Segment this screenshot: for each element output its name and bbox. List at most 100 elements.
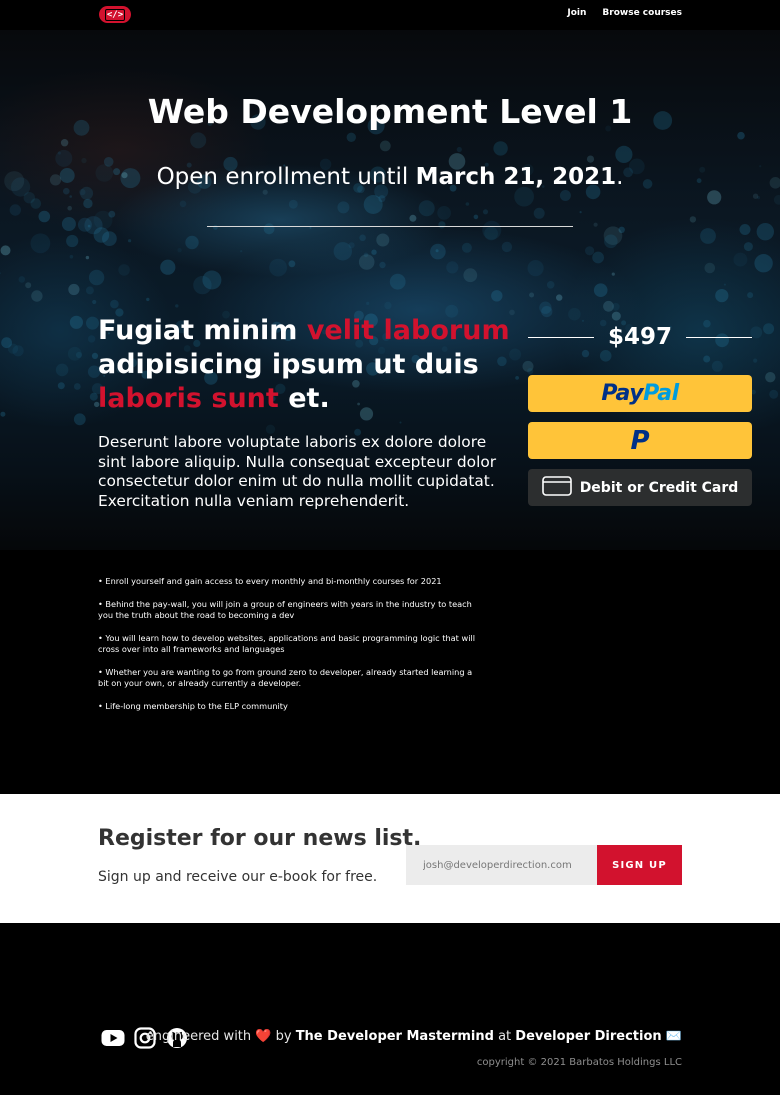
credit-author: The Developer Mastermind: [295, 1029, 494, 1044]
bokeh-light-dot: [689, 216, 697, 223]
bokeh-light-dot: [604, 234, 618, 249]
bokeh-light-dot: [765, 372, 776, 383]
bokeh-light-dot: [359, 234, 366, 242]
bokeh-light-dot: [456, 146, 462, 153]
bokeh-light-dot: [763, 323, 775, 335]
bokeh-light-dot: [288, 199, 298, 209]
bokeh-light-dot: [399, 421, 402, 424]
enrollment-date: March 21, 2021: [415, 164, 617, 190]
bokeh-light-dot: [81, 157, 87, 164]
headline-part: et.: [278, 383, 330, 414]
bokeh-light-dot: [482, 209, 489, 215]
bokeh-light-dot: [0, 411, 6, 417]
bokeh-light-dot: [118, 264, 130, 276]
bokeh-light-dot: [611, 302, 620, 311]
bokeh-light-dot: [85, 286, 94, 295]
email-input[interactable]: [406, 845, 597, 885]
youtube-icon[interactable]: [101, 1027, 125, 1049]
bokeh-light-dot: [446, 261, 459, 274]
credit-by: by: [271, 1029, 296, 1044]
headline-highlight: velit laborum: [306, 315, 510, 346]
mail-icon[interactable]: ✉️: [666, 1029, 682, 1044]
bokeh-light-dot: [773, 194, 780, 205]
bokeh-light-dot: [9, 204, 21, 216]
bokeh-light-dot: [581, 349, 590, 358]
bokeh-light-dot: [57, 151, 61, 155]
bokeh-light-dot: [484, 226, 498, 241]
debit-credit-card-button[interactable]: Debit or Credit Card: [528, 469, 752, 506]
bokeh-light-dot: [0, 245, 11, 256]
bokeh-light-dot: [73, 413, 86, 426]
bokeh-light-dot: [177, 248, 182, 253]
bokeh-light-dot: [756, 223, 774, 241]
list-item: • Whether you are wanting to go from gro…: [98, 666, 473, 689]
bokeh-light-dot: [611, 272, 615, 276]
bokeh-light-dot: [491, 290, 503, 302]
card-button-label: Debit or Credit Card: [579, 479, 739, 496]
bokeh-light-dot: [615, 145, 633, 163]
nav-link-browse-courses[interactable]: Browse courses: [602, 8, 682, 18]
bokeh-light-dot: [739, 224, 751, 235]
bokeh-light-dot: [533, 207, 545, 219]
bokeh-light-dot: [309, 226, 312, 229]
bokeh-light-dot: [559, 190, 571, 201]
bokeh-light-dot: [87, 224, 91, 228]
bokeh-light-dot: [733, 252, 748, 267]
newsletter-subtitle: Sign up and receive our e-book for free.: [98, 869, 378, 885]
bokeh-light-dot: [60, 139, 69, 147]
bokeh-light-dot: [593, 283, 608, 297]
offer-description: Deserunt labore voluptate laboris ex dol…: [98, 433, 497, 510]
bokeh-light-dot: [593, 222, 598, 227]
bokeh-light-dot: [592, 251, 604, 264]
bokeh-light-dot: [715, 289, 729, 303]
enrollment-subtitle: Open enrollment until March 21, 2021.: [0, 164, 780, 190]
bokeh-light-dot: [611, 311, 621, 321]
headline-part: Fugiat minim: [98, 315, 307, 346]
page-title: Web Development Level 1: [147, 92, 633, 131]
paypal-wordmark-pay: Pay: [601, 381, 644, 406]
bokeh-light-dot: [430, 243, 446, 260]
bokeh-light-dot: [529, 292, 535, 298]
credit-organization[interactable]: Developer Direction: [515, 1029, 661, 1044]
bokeh-light-dot: [371, 249, 377, 255]
bokeh-light-dot: [465, 202, 470, 206]
bokeh-light-dot: [754, 254, 773, 273]
bokeh-light-dot: [12, 345, 24, 357]
bokeh-light-dot: [18, 276, 26, 283]
bokeh-light-dot: [190, 132, 207, 149]
bokeh-light-dot: [376, 233, 390, 247]
bokeh-light-dot: [73, 383, 81, 390]
paypal-button[interactable]: PayPal: [528, 375, 752, 412]
nav-links: Join Browse courses: [567, 8, 682, 18]
credit-card-icon: [541, 475, 572, 500]
bokeh-light-dot: [66, 234, 79, 248]
bokeh-light-dot: [586, 155, 595, 163]
bokeh-light-dot: [409, 214, 417, 222]
bokeh-light-dot: [31, 290, 43, 302]
bokeh-light-dot: [346, 132, 356, 142]
bokeh-light-dot: [175, 304, 179, 308]
bokeh-light-dot: [418, 200, 435, 217]
bokeh-light-dot: [61, 217, 76, 231]
paypal-credit-button[interactable]: P: [528, 422, 752, 459]
sign-up-button[interactable]: SIGN UP: [597, 845, 682, 885]
bokeh-light-dot: [269, 258, 287, 277]
bokeh-light-dot: [556, 294, 563, 301]
bokeh-light-dot: [83, 198, 93, 209]
bokeh-light-dot: [30, 198, 42, 209]
bokeh-light-dot: [437, 206, 451, 220]
bokeh-light-dot: [358, 254, 375, 270]
bokeh-light-dot: [461, 242, 472, 253]
benefits-list: • Enroll yourself and gain access to eve…: [98, 576, 478, 723]
bokeh-light-dot: [0, 272, 2, 275]
site-logo[interactable]: </>: [99, 6, 131, 23]
bokeh-light-dot: [463, 268, 478, 283]
nav-link-join[interactable]: Join: [567, 8, 586, 18]
list-item: • Life-long membership to the ELP commun…: [98, 700, 288, 711]
bokeh-light-dot: [384, 301, 392, 310]
newsletter-title: Register for our news list.: [98, 826, 422, 851]
footer-credit: engineered with ❤️ by The Developer Mast…: [146, 1029, 682, 1044]
bokeh-light-dot: [539, 301, 552, 314]
list-item: • You will learn how to develop websites…: [98, 632, 476, 655]
bokeh-light-dot: [337, 201, 350, 214]
